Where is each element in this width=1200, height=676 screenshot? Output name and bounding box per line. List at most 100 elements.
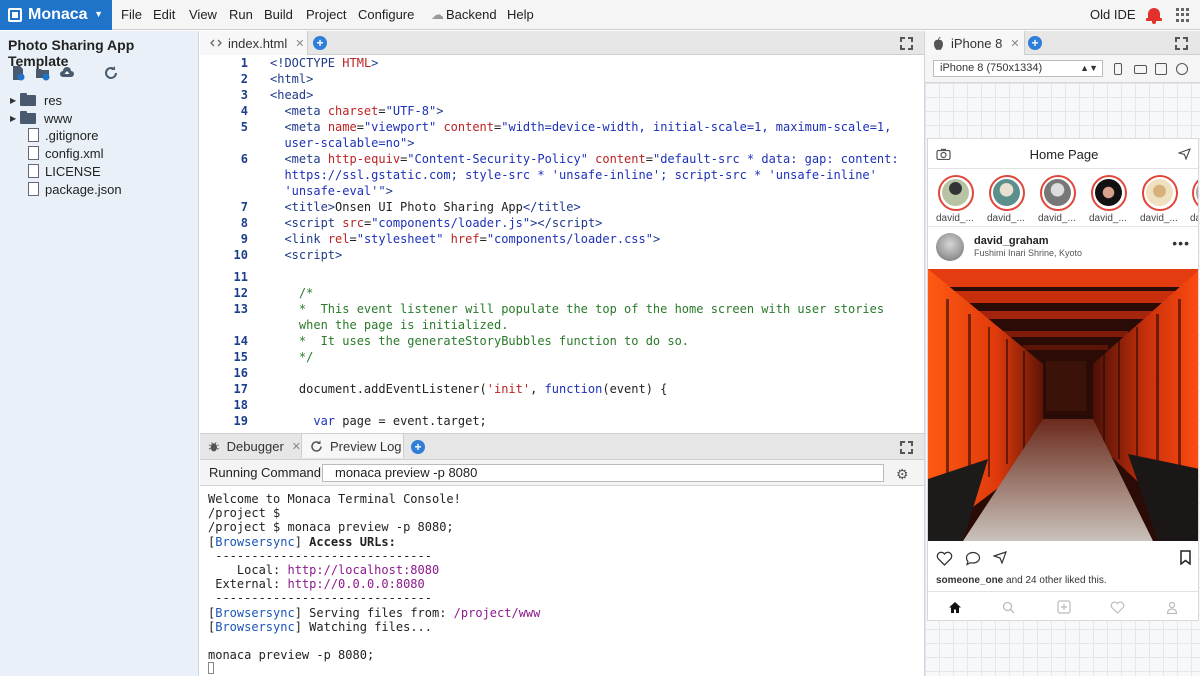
line-number: 19 — [233, 414, 248, 428]
command-input[interactable]: monaca preview -p 8080 — [322, 464, 884, 482]
code-editor[interactable]: 1 <!DOCTYPE HTML> 2 <html> 3 <head> 4 <meta ch… — [200, 55, 924, 432]
portrait-icon[interactable] — [1114, 63, 1122, 75]
menu-run[interactable]: Run — [229, 7, 253, 22]
tab-iphone-8[interactable]: iPhone 8 ✕ — [925, 31, 1025, 55]
bookmark-icon[interactable] — [1180, 550, 1191, 565]
code-text: <script src="components/loader.js"></scr… — [284, 216, 603, 230]
story-bubble[interactable]: david_... — [987, 175, 1027, 227]
close-icon[interactable]: ✕ — [1010, 37, 1019, 50]
maximize-icon[interactable] — [1175, 37, 1188, 50]
tab-preview-log[interactable]: Preview Log — [302, 434, 404, 458]
add-tab-icon[interactable]: + — [1028, 36, 1042, 50]
share-icon[interactable] — [993, 551, 1007, 564]
story-name: david_... — [1038, 213, 1076, 224]
running-command-label: Running Command — [209, 465, 322, 480]
old-ide-link[interactable]: Old IDE — [1090, 7, 1136, 22]
avatar[interactable] — [936, 233, 964, 261]
more-icon[interactable]: ••• — [1172, 235, 1190, 251]
tree-item-package-json[interactable]: package.json — [0, 180, 190, 198]
menu-file[interactable]: File — [121, 7, 142, 22]
story-avatar — [1040, 175, 1076, 211]
menu-backend[interactable]: Backend — [446, 7, 497, 22]
menu-view[interactable]: View — [189, 7, 217, 22]
tree-item-license[interactable]: LICENSE — [0, 162, 190, 180]
gear-icon[interactable]: ⚙ — [896, 466, 909, 483]
terminal-cursor — [208, 662, 214, 674]
tab-label: Preview Log — [330, 438, 402, 454]
line-number: 3 — [240, 88, 248, 102]
tree-label: www — [44, 110, 73, 126]
menu-project[interactable]: Project — [306, 7, 346, 22]
file-icon — [28, 128, 39, 142]
likes-user[interactable]: someone_one — [936, 575, 1003, 586]
screenshot-icon[interactable] — [1155, 63, 1167, 75]
tree-label: config.xml — [45, 145, 104, 161]
project-sidebar: Photo Sharing App Template ▶ res ▶ www .gi… — [0, 31, 199, 676]
code-text: when the page is initialized. — [298, 318, 509, 332]
notification-bell-icon[interactable] — [1145, 5, 1163, 24]
file-icon — [28, 164, 39, 178]
code-text: * It uses the generateStoryBubbles funct… — [298, 334, 690, 348]
refresh-icon — [311, 440, 322, 452]
menu-edit[interactable]: Edit — [153, 7, 175, 22]
tree-item-www[interactable]: ▶ www — [0, 109, 190, 127]
code-line: 12 /* — [200, 285, 840, 301]
comment-icon[interactable] — [965, 551, 981, 566]
file-icon — [28, 146, 39, 160]
menu-configure[interactable]: Configure — [358, 7, 414, 22]
menu-help[interactable]: Help — [507, 7, 534, 22]
tree-item-gitignore[interactable]: .gitignore — [0, 126, 190, 144]
tab-debugger[interactable]: Debugger ✕ — [200, 434, 302, 458]
new-file-icon[interactable] — [10, 65, 26, 81]
code-line: 17 document.addEventListener('init', fun… — [200, 381, 840, 397]
new-folder-icon[interactable] — [35, 65, 51, 81]
line-number: 7 — [240, 200, 248, 214]
search-icon[interactable] — [1002, 601, 1015, 614]
line-number: 2 — [240, 72, 248, 86]
line-number: 4 — [240, 104, 248, 118]
story-bubble[interactable]: david_... — [1190, 175, 1198, 227]
maximize-icon[interactable] — [900, 441, 913, 454]
refresh-icon[interactable] — [103, 65, 119, 81]
heart-icon[interactable] — [936, 551, 953, 566]
send-icon[interactable] — [1178, 148, 1191, 160]
tree-item-res[interactable]: ▶ res — [0, 91, 190, 109]
code-line: 3 <head> — [200, 87, 840, 103]
app-toolbar: Home Page — [928, 139, 1198, 169]
landscape-icon[interactable] — [1134, 65, 1147, 74]
story-bubble[interactable]: david_... — [1089, 175, 1129, 227]
close-icon[interactable]: ✕ — [292, 440, 301, 453]
monaca-logo-icon — [8, 8, 22, 22]
close-icon[interactable]: ✕ — [295, 37, 304, 50]
line-number: 5 — [240, 120, 248, 134]
terminal-console[interactable]: Welcome to Monaca Terminal Console!/proj… — [200, 486, 924, 676]
monaca-logo-button[interactable]: Monaca ▼ — [0, 0, 112, 30]
line-number: 8 — [240, 216, 248, 230]
upload-icon[interactable] — [59, 65, 75, 81]
home-icon[interactable] — [948, 601, 962, 614]
story-bubble[interactable]: david_... — [1140, 175, 1180, 227]
code-text: /* — [298, 286, 314, 300]
heart-tab-icon[interactable] — [1110, 601, 1125, 614]
file-icon — [28, 182, 39, 196]
story-bubble[interactable]: david_... — [936, 175, 976, 227]
code-file-icon — [210, 39, 222, 47]
profile-icon[interactable] — [1166, 601, 1178, 614]
code-text: user-scalable=no"> — [284, 136, 415, 150]
phone-screen[interactable]: Home Page david_... david_... david_... … — [927, 138, 1199, 621]
tab-index-html[interactable]: index.html ✕ — [200, 31, 308, 55]
post-username[interactable]: david_graham — [974, 235, 1049, 247]
refresh-preview-icon[interactable] — [1176, 63, 1188, 75]
add-tab-icon[interactable]: + — [411, 440, 425, 454]
add-tab-icon[interactable]: + — [313, 36, 327, 50]
apps-grid-icon[interactable] — [1176, 8, 1190, 22]
post-photo[interactable] — [928, 269, 1198, 541]
story-bubble[interactable]: david_... — [1038, 175, 1078, 227]
menu-build[interactable]: Build — [264, 7, 293, 22]
device-select[interactable]: iPhone 8 (750x1334) ▲▼ — [933, 60, 1103, 77]
maximize-icon[interactable] — [900, 37, 913, 50]
code-line: 10 <script> — [200, 247, 840, 263]
code-line: 13 * This event listener will populate t… — [200, 301, 885, 317]
add-post-icon[interactable] — [1057, 600, 1071, 614]
tree-item-config-xml[interactable]: config.xml — [0, 144, 190, 162]
